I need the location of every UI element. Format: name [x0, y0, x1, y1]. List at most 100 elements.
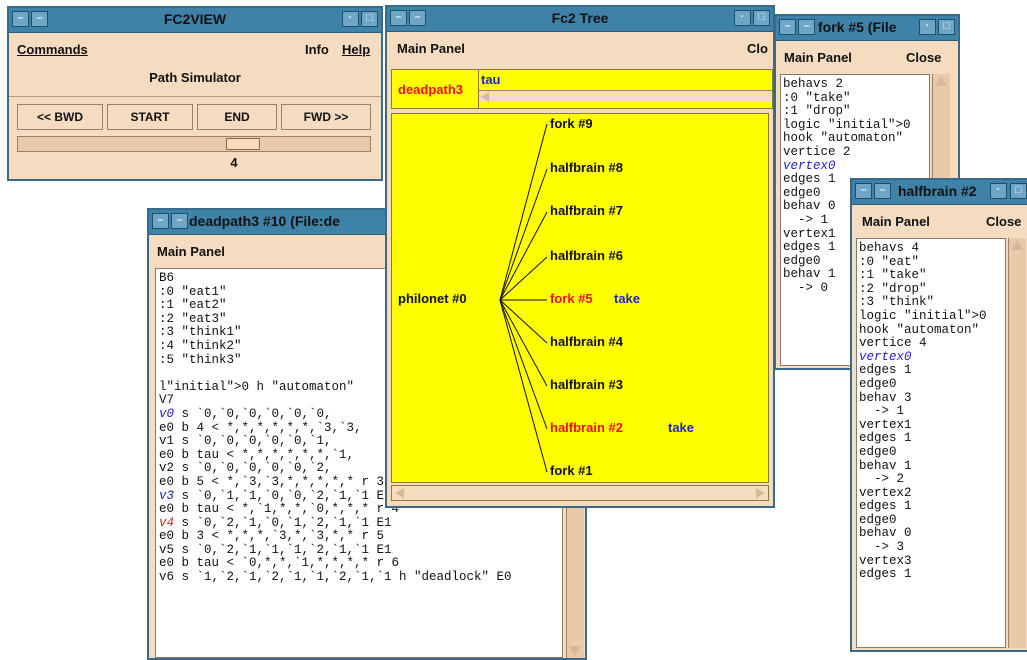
halfbrain2-vertical-scrollbar[interactable]	[1008, 238, 1026, 648]
tree-node-halfbrain-8[interactable]: halfbrain #8	[550, 160, 623, 175]
text-line: vertice 4	[859, 336, 927, 351]
main-panel-menu[interactable]: Main Panel	[397, 41, 465, 56]
window-iconify-button[interactable]: ·	[734, 10, 751, 26]
tree-node-fork-1[interactable]: fork #1	[550, 463, 593, 478]
tree-node-halfbrain-7[interactable]: halfbrain #7	[550, 203, 623, 218]
tree-window: – – Fc2 Tree · □ Main Panel Clo deadpath…	[385, 5, 775, 508]
text-line: :0 "take"	[783, 90, 851, 105]
text-line: edges 1	[859, 431, 912, 446]
main-panel-menu[interactable]: Main Panel	[784, 50, 852, 65]
text-line: edges 1	[859, 567, 912, 582]
text-line: hook "automaton"	[783, 131, 904, 146]
text-line: behavs 2	[783, 77, 844, 91]
window-maximize-button[interactable]: □	[1010, 183, 1027, 199]
text-line: :1 "drop"	[783, 104, 851, 119]
tree-node-halfbrain-6[interactable]: halfbrain #6	[550, 248, 623, 263]
start-button[interactable]: START	[107, 104, 193, 130]
tree-node-halfbrain-4[interactable]: halfbrain #4	[550, 334, 623, 349]
text-line: vertex1	[859, 417, 912, 432]
scroll-down-arrow-icon[interactable]	[569, 646, 581, 656]
window-title: halfbrain #2	[898, 183, 977, 199]
fork-5-action: take	[614, 291, 641, 306]
text-line: behav 3	[859, 390, 912, 405]
step-value: 4	[230, 155, 238, 170]
fc2view-window: – – FC2VIEW · □ Commands Info Help Path …	[7, 6, 383, 181]
tree-canvas[interactable]: philonet #0 fork #9 halfbrain #8 halfbra…	[391, 113, 769, 483]
text-line: hook "automaton"	[859, 322, 980, 337]
window-menu-button[interactable]: –	[779, 19, 796, 35]
tree-node-fork-9[interactable]: fork #9	[550, 116, 593, 131]
end-button[interactable]: END	[197, 104, 277, 130]
tree-root-node[interactable]: philonet #0	[398, 291, 467, 306]
text-line: logic "initial">0	[783, 117, 911, 132]
halfbrain-2-action: take	[668, 420, 695, 435]
menu-help[interactable]: Help	[342, 42, 370, 57]
text-line: e0 b tau < `0,*,*,`1,*,*,*,* r 6	[159, 556, 400, 571]
fork5-titlebar[interactable]: – – fork #5 (File · □	[776, 16, 958, 41]
text-line: vertex0	[859, 349, 912, 364]
path-simulator-heading: Path Simulator	[149, 70, 241, 85]
fwd-button[interactable]: FWD >>	[281, 104, 371, 130]
scroll-up-arrow-icon[interactable]	[935, 76, 947, 86]
halfbrain2-menubar: Main Panel Close	[852, 206, 1027, 236]
step-slider[interactable]	[17, 136, 371, 152]
fc2view-titlebar[interactable]: – – FC2VIEW · □	[9, 8, 381, 33]
main-panel-menu[interactable]: Main Panel	[157, 244, 225, 259]
window-menu-button[interactable]: –	[152, 213, 169, 229]
path-row: deadpath3 tau	[391, 69, 773, 109]
scroll-left-arrow-icon[interactable]	[395, 488, 404, 498]
window-iconify-button[interactable]: ·	[342, 11, 359, 27]
window-iconify-button[interactable]: ·	[990, 183, 1007, 199]
tree-titlebar[interactable]: – – Fc2 Tree · □	[387, 7, 773, 32]
text-line: :0 "eat"	[859, 254, 920, 269]
window-minimize-button[interactable]: –	[874, 183, 891, 199]
window-title: Fc2 Tree	[551, 10, 609, 26]
path-scrollbar[interactable]	[479, 90, 772, 102]
window-maximize-button[interactable]: □	[938, 19, 955, 35]
window-minimize-button[interactable]: –	[798, 19, 815, 35]
step-slider-thumb[interactable]	[226, 138, 260, 150]
path-field[interactable]: tau	[478, 70, 772, 108]
text-line: behav 0	[859, 526, 912, 541]
window-maximize-button[interactable]: □	[753, 10, 770, 26]
text-line: vertex2	[859, 485, 912, 500]
close-menu[interactable]: Clo	[747, 41, 768, 56]
scroll-left-arrow-icon[interactable]	[481, 92, 489, 102]
menu-commands[interactable]: Commands	[17, 42, 88, 57]
tree-node-fork-5[interactable]: fork #5	[550, 291, 593, 306]
path-label: deadpath3	[398, 82, 464, 97]
scroll-right-arrow-icon[interactable]	[756, 488, 765, 498]
halfbrain2-titlebar[interactable]: – – halfbrain #2 · □	[852, 180, 1027, 205]
text-line: v5 s `0,`2,`1,`1,`1,`2,`1,`1 E1	[159, 542, 392, 557]
halfbrain2-window: – – halfbrain #2 · □ Main Panel Close be…	[850, 178, 1027, 652]
fork5-menubar: Main Panel Close	[776, 42, 958, 72]
tree-horizontal-scrollbar[interactable]	[391, 485, 769, 501]
text-line: edge0	[859, 444, 897, 459]
text-line: edges 1	[859, 499, 912, 514]
main-panel-menu[interactable]: Main Panel	[862, 214, 930, 229]
close-menu[interactable]: Close	[906, 50, 941, 65]
text-line: vertex3	[859, 553, 912, 568]
window-maximize-button[interactable]: □	[361, 11, 378, 27]
text-line: -> 1	[859, 404, 905, 419]
window-iconify-button[interactable]: ·	[919, 19, 936, 35]
text-line: edges 1	[859, 363, 912, 378]
text-line: :3 "think"	[859, 295, 935, 310]
text-line: logic "initial">0	[859, 308, 987, 323]
window-minimize-button[interactable]: –	[171, 213, 188, 229]
close-menu[interactable]: Close	[986, 214, 1021, 229]
bwd-button[interactable]: << BWD	[17, 104, 103, 130]
text-line: vertice 2	[783, 144, 851, 159]
text-line: v6 s `1,`2,`1,`2,`1,`1,`2,`1,`1 h "deadl…	[159, 570, 512, 585]
text-line: edge0	[859, 512, 897, 527]
fc2view-menubar: Commands Info Help	[9, 34, 381, 64]
path-value: tau	[481, 72, 501, 87]
window-menu-button[interactable]: –	[855, 183, 872, 199]
menu-info[interactable]: Info	[305, 42, 329, 57]
text-line: e0 b 3 < *,*,*,`3,*,`3,*,* r 5	[159, 529, 385, 544]
text-line: -> 3	[859, 540, 905, 555]
halfbrain2-text-pane[interactable]: behavs 4:0 "eat":1 "take":2 "drop":3 "th…	[856, 238, 1006, 648]
scroll-up-arrow-icon[interactable]	[1011, 240, 1023, 250]
tree-node-halfbrain-3[interactable]: halfbrain #3	[550, 377, 623, 392]
tree-node-halfbrain-2[interactable]: halfbrain #2	[550, 420, 623, 435]
